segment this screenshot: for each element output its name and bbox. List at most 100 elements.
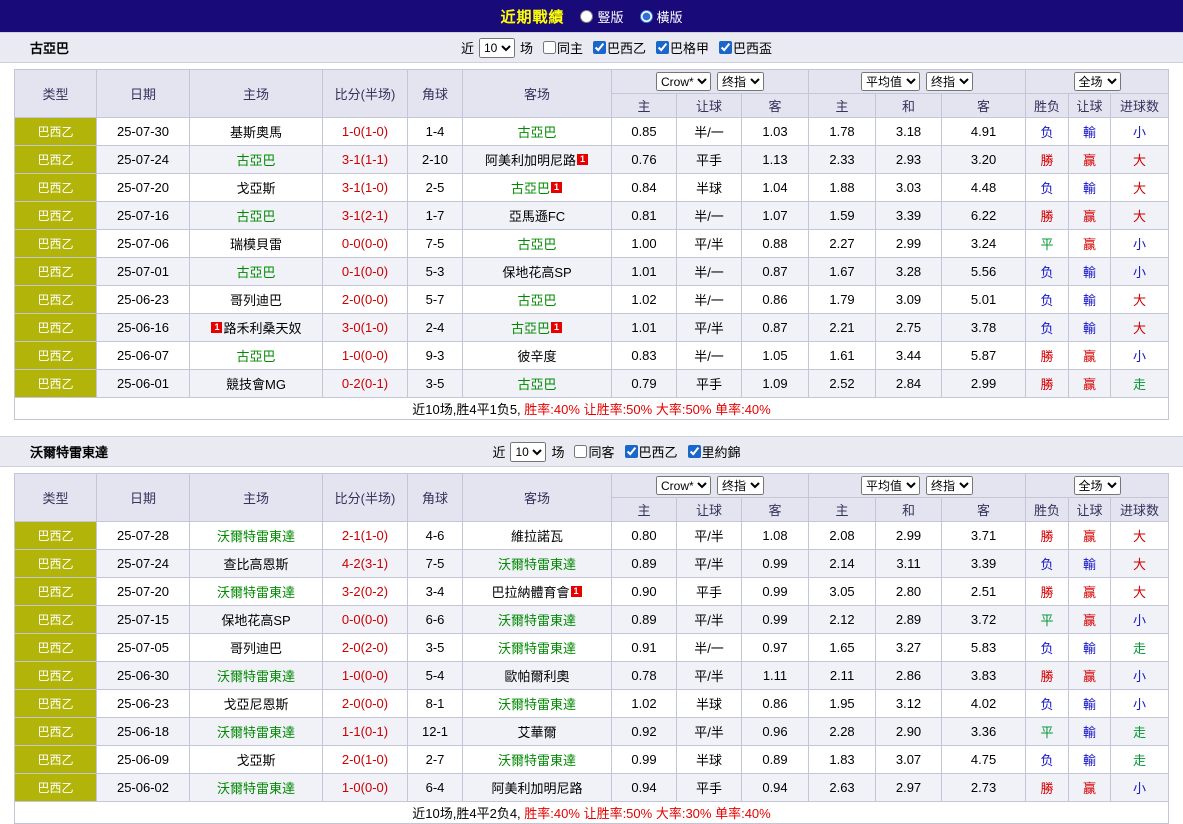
league-cell[interactable]: 巴西乙: [15, 342, 97, 370]
league-filter[interactable]: 巴西乙: [586, 38, 646, 57]
league-filter[interactable]: 巴西乙: [618, 442, 678, 461]
league-cell[interactable]: 巴西乙: [15, 370, 97, 398]
league-cell[interactable]: 巴西乙: [15, 718, 97, 746]
league-cell[interactable]: 巴西乙: [15, 230, 97, 258]
team-link[interactable]: 古亞巴: [517, 377, 556, 392]
score-cell[interactable]: 1-0(0-0): [323, 774, 408, 802]
score-cell[interactable]: 4-2(3-1): [323, 550, 408, 578]
team-link[interactable]: 沃爾特雷東達: [217, 669, 295, 684]
team-link[interactable]: 古亞巴: [511, 321, 550, 336]
score-cell[interactable]: 2-0(0-0): [323, 286, 408, 314]
team-link[interactable]: 路禾利桑天奴: [223, 321, 301, 336]
score-cell[interactable]: 3-1(1-1): [323, 146, 408, 174]
league-cell[interactable]: 巴西乙: [15, 258, 97, 286]
league-cell[interactable]: 巴西乙: [15, 118, 97, 146]
league-checkbox[interactable]: [656, 41, 669, 54]
team-link[interactable]: 古亞巴: [236, 349, 275, 364]
team-link[interactable]: 查比高恩斯: [223, 557, 288, 572]
team-link[interactable]: 沃爾特雷東達: [498, 697, 576, 712]
score-cell[interactable]: 3-1(1-0): [323, 174, 408, 202]
team-link[interactable]: 亞馬遜FC: [509, 209, 565, 224]
league-cell[interactable]: 巴西乙: [15, 690, 97, 718]
team-link[interactable]: 沃爾特雷東達: [217, 529, 295, 544]
odds-source-select[interactable]: 全场: [1074, 72, 1121, 91]
team-link[interactable]: 艾華爾: [517, 725, 556, 740]
team-link[interactable]: 沃爾特雷東達: [217, 725, 295, 740]
league-filter[interactable]: 巴格甲: [649, 38, 709, 57]
league-cell[interactable]: 巴西乙: [15, 578, 97, 606]
league-cell[interactable]: 巴西乙: [15, 662, 97, 690]
score-cell[interactable]: 3-1(2-1): [323, 202, 408, 230]
team-link[interactable]: 古亞巴: [517, 293, 556, 308]
recent-count-select[interactable]: 10: [510, 442, 546, 462]
team-link[interactable]: 古亞巴: [517, 125, 556, 140]
league-cell[interactable]: 巴西乙: [15, 522, 97, 550]
layout-horizontal-option[interactable]: 橫版: [640, 7, 683, 26]
league-cell[interactable]: 巴西乙: [15, 746, 97, 774]
team-link[interactable]: 古亞巴: [236, 153, 275, 168]
league-cell[interactable]: 巴西乙: [15, 286, 97, 314]
score-cell[interactable]: 1-0(0-0): [323, 342, 408, 370]
score-cell[interactable]: 2-0(1-0): [323, 746, 408, 774]
score-cell[interactable]: 1-0(1-0): [323, 118, 408, 146]
team-link[interactable]: 沃爾特雷東達: [498, 557, 576, 572]
team-link[interactable]: 戈亞斯: [236, 181, 275, 196]
team-link[interactable]: 沃爾特雷東達: [217, 585, 295, 600]
team-link[interactable]: 歐帕爾利奧: [504, 669, 569, 684]
league-checkbox[interactable]: [625, 445, 638, 458]
odds-source-select[interactable]: 平均值: [861, 476, 920, 495]
team-link[interactable]: 巴拉納體育會: [491, 585, 569, 600]
team-link[interactable]: 基斯奧馬: [230, 125, 282, 140]
team-link[interactable]: 古亞巴: [517, 237, 556, 252]
score-cell[interactable]: 2-1(1-0): [323, 522, 408, 550]
recent-count-select[interactable]: 10: [479, 38, 515, 58]
team-link[interactable]: 哥列迪巴: [230, 641, 282, 656]
odds-source-select[interactable]: Crow*: [656, 72, 711, 91]
team-link[interactable]: 古亞巴: [236, 209, 275, 224]
score-cell[interactable]: 3-0(1-0): [323, 314, 408, 342]
odds-source-select[interactable]: 终指: [926, 72, 973, 91]
team-link[interactable]: 沃爾特雷東達: [498, 641, 576, 656]
score-cell[interactable]: 1-1(0-1): [323, 718, 408, 746]
team-link[interactable]: 競技會MG: [226, 377, 286, 392]
score-cell[interactable]: 0-2(0-1): [323, 370, 408, 398]
team-link[interactable]: 戈亞尼恩斯: [223, 697, 288, 712]
team-link[interactable]: 古亞巴: [511, 181, 550, 196]
league-filter[interactable]: 里約錦: [681, 442, 741, 461]
team-link[interactable]: 沃爾特雷東達: [498, 613, 576, 628]
score-cell[interactable]: 2-0(2-0): [323, 634, 408, 662]
odds-source-select[interactable]: 终指: [717, 72, 764, 91]
odds-source-select[interactable]: 终指: [926, 476, 973, 495]
layout-vertical-option[interactable]: 豎版: [580, 7, 623, 26]
score-cell[interactable]: 0-0(0-0): [323, 230, 408, 258]
team-link[interactable]: 保地花高SP: [221, 613, 290, 628]
league-cell[interactable]: 巴西乙: [15, 202, 97, 230]
league-cell[interactable]: 巴西乙: [15, 774, 97, 802]
team-link[interactable]: 古亞巴: [236, 265, 275, 280]
same-venue-checkbox[interactable]: [543, 41, 556, 54]
team-link[interactable]: 哥列迪巴: [230, 293, 282, 308]
score-cell[interactable]: 2-0(0-0): [323, 690, 408, 718]
team-link[interactable]: 彼辛度: [517, 349, 556, 364]
odds-source-select[interactable]: Crow*: [656, 476, 711, 495]
same-venue-checkbox[interactable]: [574, 445, 587, 458]
league-filter[interactable]: 巴西盃: [712, 38, 772, 57]
team-link[interactable]: 阿美利加明尼路: [485, 153, 576, 168]
league-cell[interactable]: 巴西乙: [15, 146, 97, 174]
same-venue-filter[interactable]: 同主: [536, 38, 583, 57]
league-cell[interactable]: 巴西乙: [15, 550, 97, 578]
same-venue-filter[interactable]: 同客: [567, 442, 614, 461]
team-link[interactable]: 戈亞斯: [236, 753, 275, 768]
layout-horizontal-radio[interactable]: [640, 10, 653, 23]
odds-source-select[interactable]: 终指: [717, 476, 764, 495]
score-cell[interactable]: 0-1(0-0): [323, 258, 408, 286]
team-link[interactable]: 保地花高SP: [502, 265, 571, 280]
league-cell[interactable]: 巴西乙: [15, 606, 97, 634]
league-checkbox[interactable]: [593, 41, 606, 54]
score-cell[interactable]: 1-0(0-0): [323, 662, 408, 690]
league-cell[interactable]: 巴西乙: [15, 174, 97, 202]
team-link[interactable]: 沃爾特雷東達: [498, 753, 576, 768]
team-link[interactable]: 維拉諾瓦: [511, 529, 563, 544]
score-cell[interactable]: 0-0(0-0): [323, 606, 408, 634]
odds-source-select[interactable]: 全场: [1074, 476, 1121, 495]
